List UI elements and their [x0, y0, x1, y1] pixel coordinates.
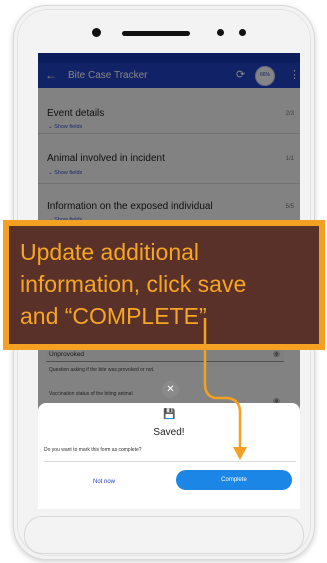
pointer-arrow — [203, 318, 247, 460]
arrow-head — [233, 447, 247, 460]
arrow-line — [203, 318, 242, 448]
